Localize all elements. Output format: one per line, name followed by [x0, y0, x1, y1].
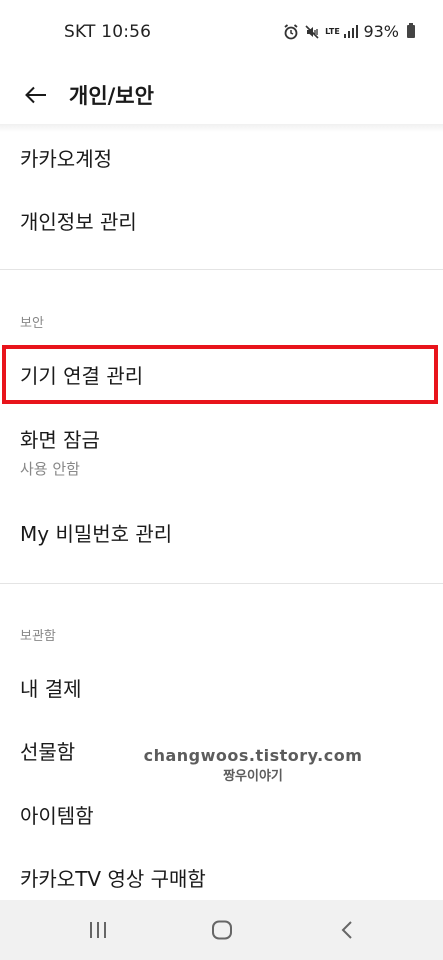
menu-item-label: 아이템함 [20, 804, 94, 828]
section-divider [0, 269, 443, 270]
menu-item-item-box[interactable]: 아이템함 [0, 785, 443, 843]
page-title: 개인/보안 [69, 84, 154, 108]
system-back-button[interactable] [330, 916, 364, 944]
battery-percent: 93% [363, 22, 399, 41]
alarm-icon [283, 23, 299, 40]
home-button[interactable] [205, 916, 239, 944]
menu-item-my-payments[interactable]: 내 결제 [0, 658, 443, 716]
carrier-time: SKT 10:56 [64, 22, 152, 42]
recent-apps-button[interactable] [81, 916, 115, 944]
back-button[interactable] [18, 77, 54, 113]
mute-vibrate-icon [304, 24, 320, 40]
navigation-bar [0, 900, 443, 960]
menu-item-label: 카카오TV 영상 구매함 [20, 867, 206, 891]
status-bar: SKT 10:56 LTE 93% [0, 0, 443, 66]
signal-icon [344, 25, 359, 38]
recent-apps-icon [90, 922, 106, 938]
section-title-security: 보안 [20, 316, 44, 331]
menu-item-gift-box[interactable]: 선물함 [0, 721, 443, 779]
menu-item-label: 선물함 [20, 740, 76, 764]
home-icon [212, 920, 232, 940]
battery-icon [407, 23, 415, 38]
menu-item-label: 내 결제 [20, 677, 82, 701]
screen-lock-status: 사용 안함 [20, 460, 80, 478]
highlight-box [2, 345, 438, 404]
menu-item-screen-lock[interactable]: 화면 잠금 사용 안함 [0, 412, 443, 487]
lte-icon: LTE [325, 26, 340, 36]
arrow-left-icon [25, 86, 46, 104]
section-title-storage: 보관함 [20, 629, 56, 644]
menu-item-personal-info[interactable]: 개인정보 관리 [0, 190, 443, 248]
status-icons: LTE 93% [283, 22, 415, 41]
menu-item-label: 개인정보 관리 [20, 210, 137, 234]
app-header: 개인/보안 [0, 66, 443, 124]
menu-item-kakao-account[interactable]: 카카오계정 [0, 128, 443, 184]
menu-item-password-manager[interactable]: My 비밀번호 관리 [0, 502, 443, 560]
menu-item-kakaotv-purchases[interactable]: 카카오TV 영상 구매함 [0, 848, 443, 900]
menu-item-label: 화면 잠금 [20, 428, 100, 452]
menu-item-label: 카카오계정 [20, 147, 112, 171]
back-nav-icon [341, 921, 352, 939]
section-divider [0, 583, 443, 584]
menu-item-label: My 비밀번호 관리 [20, 522, 173, 546]
